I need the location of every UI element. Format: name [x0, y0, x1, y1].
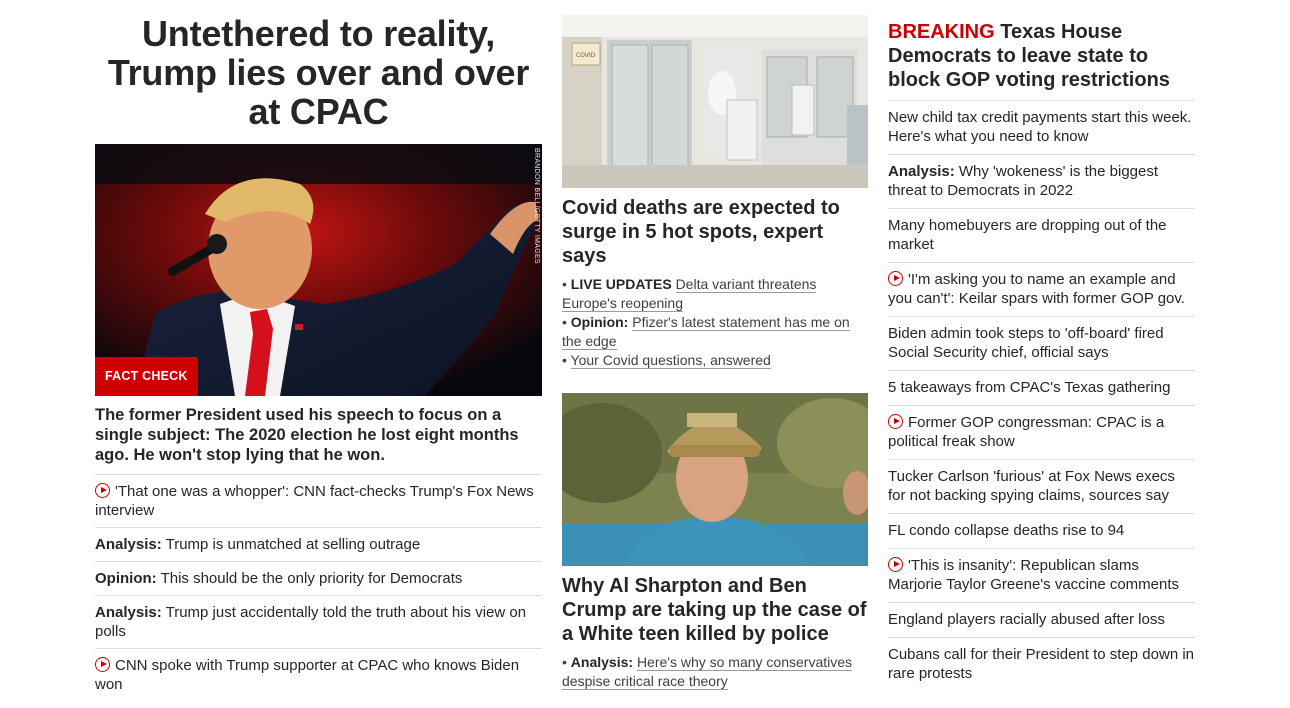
video-play-icon [95, 483, 110, 498]
list-item[interactable]: Analysis: Trump just accidentally told t… [95, 596, 542, 649]
list-item[interactable]: • Analysis: Here's why so many conservat… [562, 653, 868, 691]
list-item[interactable]: • Opinion: Pfizer's latest statement has… [562, 313, 868, 351]
video-play-icon [95, 657, 110, 672]
list-item[interactable]: Analysis: Why 'wokeness' is the biggest … [888, 155, 1195, 209]
video-play-icon [888, 557, 903, 572]
video-play-icon [888, 271, 903, 286]
lead-subheadline[interactable]: The former President used his speech to … [95, 405, 542, 475]
list-item[interactable]: • Your Covid questions, answered [562, 351, 868, 370]
list-item[interactable]: Many homebuyers are dropping out of the … [888, 209, 1195, 263]
headlines-column: BREAKING Texas House Democrats to leave … [888, 20, 1195, 691]
image-credit: BRANDON BELL/GETTY IMAGES [533, 148, 540, 264]
teen-photo [562, 393, 868, 566]
lead-story: Untethered to reality, Trump lies over a… [95, 14, 542, 701]
video-play-icon [888, 414, 903, 429]
headline-list: New child tax credit payments start this… [888, 101, 1195, 691]
list-item[interactable]: CNN spoke with Trump supporter at CPAC w… [95, 649, 542, 701]
list-item[interactable]: Former GOP congressman: CPAC is a politi… [888, 406, 1195, 460]
breaking-label: BREAKING [888, 21, 995, 43]
hospital-photo: COVID [562, 15, 868, 188]
covid-sign-text: COVID [576, 52, 596, 59]
lead-related-list: 'That one was a whopper': CNN fact-check… [95, 475, 542, 701]
list-item[interactable]: FL condo collapse deaths rise to 94 [888, 514, 1195, 549]
fact-check-badge: FACT CHECK [95, 357, 198, 396]
covid-image[interactable]: COVID [562, 15, 868, 188]
sharpton-headline[interactable]: Why Al Sharpton and Ben Crump are taking… [562, 574, 868, 646]
list-item[interactable]: Analysis: Trump is unmatched at selling … [95, 528, 542, 562]
list-item[interactable]: Tucker Carlson 'furious' at Fox News exe… [888, 460, 1195, 514]
lead-headline[interactable]: Untethered to reality, Trump lies over a… [95, 14, 542, 131]
list-item[interactable]: • LIVE UPDATES Delta variant threatens E… [562, 275, 868, 313]
middle-column: COVID Covid deaths are expected to surge… [562, 15, 868, 691]
sharpton-image[interactable] [562, 393, 868, 566]
list-item[interactable]: Cubans call for their President to step … [888, 638, 1195, 691]
lead-image[interactable]: BRANDON BELL/GETTY IMAGES FACT CHECK [95, 144, 542, 396]
list-item[interactable]: 5 takeaways from CPAC's Texas gathering [888, 371, 1195, 406]
breaking-headline[interactable]: BREAKING Texas House Democrats to leave … [888, 20, 1195, 101]
list-item[interactable]: England players racially abused after lo… [888, 603, 1195, 638]
list-item[interactable]: Biden admin took steps to 'off-board' fi… [888, 317, 1195, 371]
sharpton-bullets: • Analysis: Here's why so many conservat… [562, 653, 868, 691]
covid-headline[interactable]: Covid deaths are expected to surge in 5 … [562, 196, 868, 268]
list-item[interactable]: 'I'm asking you to name an example and y… [888, 263, 1195, 317]
list-item[interactable]: New child tax credit payments start this… [888, 101, 1195, 155]
covid-bullets: • LIVE UPDATES Delta variant threatens E… [562, 275, 868, 370]
list-item[interactable]: Opinion: This should be the only priorit… [95, 562, 542, 596]
list-item[interactable]: 'That one was a whopper': CNN fact-check… [95, 475, 542, 528]
list-item[interactable]: 'This is insanity': Republican slams Mar… [888, 549, 1195, 603]
